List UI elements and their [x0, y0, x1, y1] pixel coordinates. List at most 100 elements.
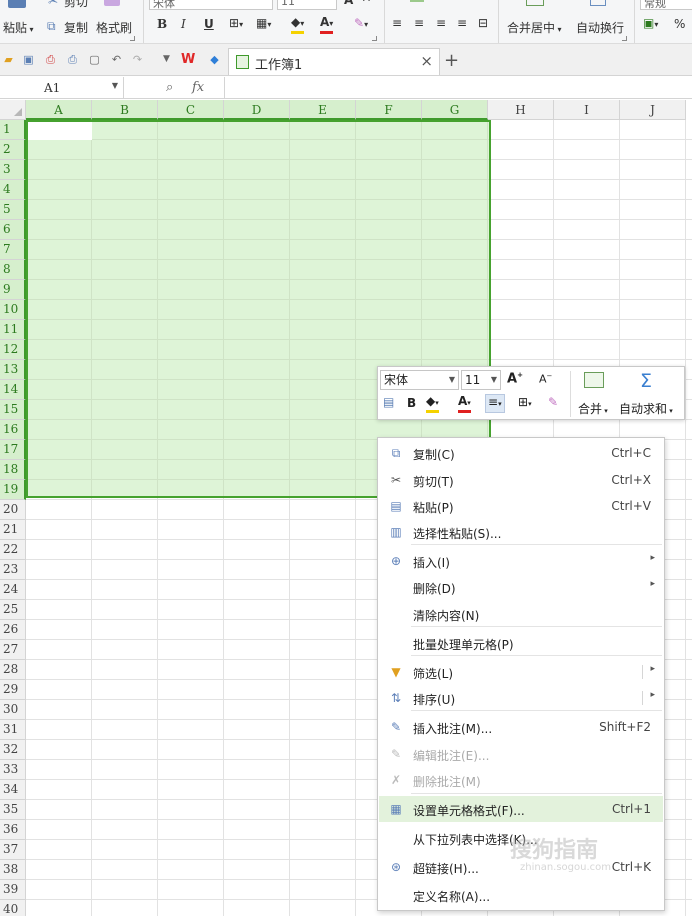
zoom-search-icon[interactable]: ⌕ — [166, 80, 173, 95]
row-header[interactable]: 26 — [0, 620, 26, 640]
shrink-font-button[interactable]: A — [363, 0, 370, 4]
row-header[interactable]: 34 — [0, 780, 26, 800]
fill-color-icon[interactable]: ◆▾ — [291, 15, 305, 34]
mini-autosum-button[interactable]: 自动求和 ▾ — [619, 400, 673, 417]
row-header[interactable]: 11 — [0, 320, 26, 340]
column-header[interactable]: G — [422, 100, 488, 120]
distribute-icon[interactable]: ⊟ — [478, 16, 488, 30]
row-header[interactable]: 25 — [0, 600, 26, 620]
menu-item-filter[interactable]: ▼ 筛选(L) ▸ — [379, 659, 663, 685]
grow-font-button[interactable]: A — [344, 0, 353, 7]
menu-item-format-cells[interactable]: ▦ 设置单元格格式(F)... Ctrl+1 — [379, 796, 663, 822]
row-header[interactable]: 14 — [0, 380, 26, 400]
wps-logo-icon[interactable]: W — [181, 53, 195, 66]
chevron-right-icon[interactable]: ▸ — [650, 664, 655, 674]
row-header[interactable]: 40 — [0, 900, 26, 916]
borders-icon[interactable]: ⊞▾ — [229, 16, 243, 30]
new-tab-button[interactable]: + — [444, 50, 459, 71]
column-header[interactable]: C — [158, 100, 224, 120]
format-painter-button[interactable]: 格式刷 — [96, 19, 132, 36]
mini-align-center-icon[interactable]: ≡▾ — [485, 394, 505, 413]
print-icon[interactable]: ⎙ — [66, 53, 79, 66]
justify-icon[interactable]: ≡ — [457, 16, 467, 30]
mini-borders-icon[interactable]: ⊞▾ — [518, 395, 532, 409]
cut-icon[interactable]: ✂ — [48, 0, 58, 8]
row-header[interactable]: 7 — [0, 240, 26, 260]
print-preview-icon[interactable]: ▢ — [88, 53, 101, 66]
mini-merge-icon[interactable] — [584, 372, 604, 388]
row-header[interactable]: 27 — [0, 640, 26, 660]
active-cell[interactable] — [28, 122, 92, 140]
fx-button[interactable]: fx — [192, 80, 204, 95]
row-header[interactable]: 23 — [0, 560, 26, 580]
cut-button[interactable]: 剪切 — [64, 0, 88, 10]
select-all-corner[interactable] — [0, 100, 26, 120]
row-header[interactable]: 36 — [0, 820, 26, 840]
bold-button[interactable]: B — [157, 17, 167, 31]
column-header[interactable]: B — [92, 100, 158, 120]
clipboard-dialog-launcher[interactable] — [130, 36, 135, 41]
row-header[interactable]: 21 — [0, 520, 26, 540]
mini-clear-icon[interactable]: ✎ — [548, 395, 558, 409]
clear-format-icon[interactable]: ✎▾ — [354, 16, 368, 30]
row-header[interactable]: 13 — [0, 360, 26, 380]
menu-item-define-name[interactable]: 定义名称(A)... — [379, 882, 663, 908]
menu-item-delete[interactable]: 删除(D) ▸ — [379, 574, 663, 600]
align-right-icon[interactable]: ≡ — [436, 16, 446, 30]
row-header[interactable]: 8 — [0, 260, 26, 280]
customize-dropdown-icon[interactable]: ▼ — [160, 53, 173, 66]
row-header[interactable]: 6 — [0, 220, 26, 240]
font-dialog-launcher[interactable] — [372, 36, 377, 41]
menu-item-insert-comment[interactable]: ✎ 插入批注(M)... Shift+F2 — [379, 714, 663, 740]
row-header[interactable]: 9 — [0, 280, 26, 300]
alignment-dialog-launcher[interactable] — [622, 36, 627, 41]
close-tab-icon[interactable]: × — [420, 52, 433, 70]
copy-icon[interactable]: ⧉ — [47, 19, 56, 34]
row-header[interactable]: 5 — [0, 200, 26, 220]
format-cells-icon[interactable]: ▤ — [383, 395, 394, 409]
chevron-right-icon[interactable]: ▸ — [650, 553, 655, 563]
row-header[interactable]: 3 — [0, 160, 26, 180]
mini-fill-color-icon[interactable]: ◆▾ — [426, 394, 439, 413]
font-color-button[interactable]: A▾ — [320, 15, 334, 34]
row-header[interactable]: 38 — [0, 860, 26, 880]
name-box[interactable]: A1 ▼ — [0, 77, 124, 98]
row-header[interactable]: 16 — [0, 420, 26, 440]
row-header[interactable]: 12 — [0, 340, 26, 360]
row-header[interactable]: 39 — [0, 880, 26, 900]
menu-item-clear-contents[interactable]: 清除内容(N) — [379, 601, 663, 627]
export-icon[interactable]: ⎙ — [44, 53, 57, 66]
copy-button[interactable]: 复制 — [64, 19, 88, 36]
mini-font-size-select[interactable]: 11 ▼ — [461, 370, 501, 390]
row-header[interactable]: 4 — [0, 180, 26, 200]
menu-item-paste-special[interactable]: ▥ 选择性粘贴(S)... — [379, 519, 663, 545]
paste-icon[interactable] — [8, 0, 26, 8]
percent-button[interactable]: % — [674, 17, 685, 31]
column-header[interactable]: I — [554, 100, 620, 120]
merge-center-icon[interactable] — [526, 0, 544, 6]
tab-workbook[interactable]: 工作簿1 × — [228, 48, 440, 75]
format-painter-icon[interactable] — [104, 0, 120, 6]
row-header[interactable]: 33 — [0, 760, 26, 780]
menu-item-batch-process[interactable]: 批量处理单元格(P) — [379, 630, 663, 656]
menu-item-cut[interactable]: ✂ 剪切(T) Ctrl+X — [379, 467, 663, 493]
column-header[interactable]: J — [620, 100, 686, 120]
align-left-icon[interactable]: ≡ — [392, 16, 402, 30]
fill-pattern-icon[interactable]: ▦▾ — [256, 16, 271, 30]
row-header[interactable]: 10 — [0, 300, 26, 320]
chevron-right-icon[interactable]: ▸ — [650, 579, 655, 589]
chevron-down-icon[interactable]: ▼ — [112, 81, 118, 90]
row-header[interactable]: 24 — [0, 580, 26, 600]
number-format-select[interactable]: 常规 — [640, 0, 692, 10]
currency-icon[interactable]: ▣▾ — [643, 16, 658, 30]
font-name-select[interactable]: 宋体 — [149, 0, 273, 10]
column-header[interactable]: H — [488, 100, 554, 120]
mini-font-color-button[interactable]: A▾ — [458, 394, 471, 413]
row-header[interactable]: 20 — [0, 500, 26, 520]
wrap-text-button[interactable]: 自动换行 — [576, 19, 624, 36]
row-header[interactable]: 28 — [0, 660, 26, 680]
mini-bold-button[interactable]: B — [407, 396, 416, 410]
column-header[interactable]: D — [224, 100, 290, 120]
underline-button[interactable]: U — [204, 17, 214, 31]
align-top-icon[interactable] — [410, 0, 424, 2]
